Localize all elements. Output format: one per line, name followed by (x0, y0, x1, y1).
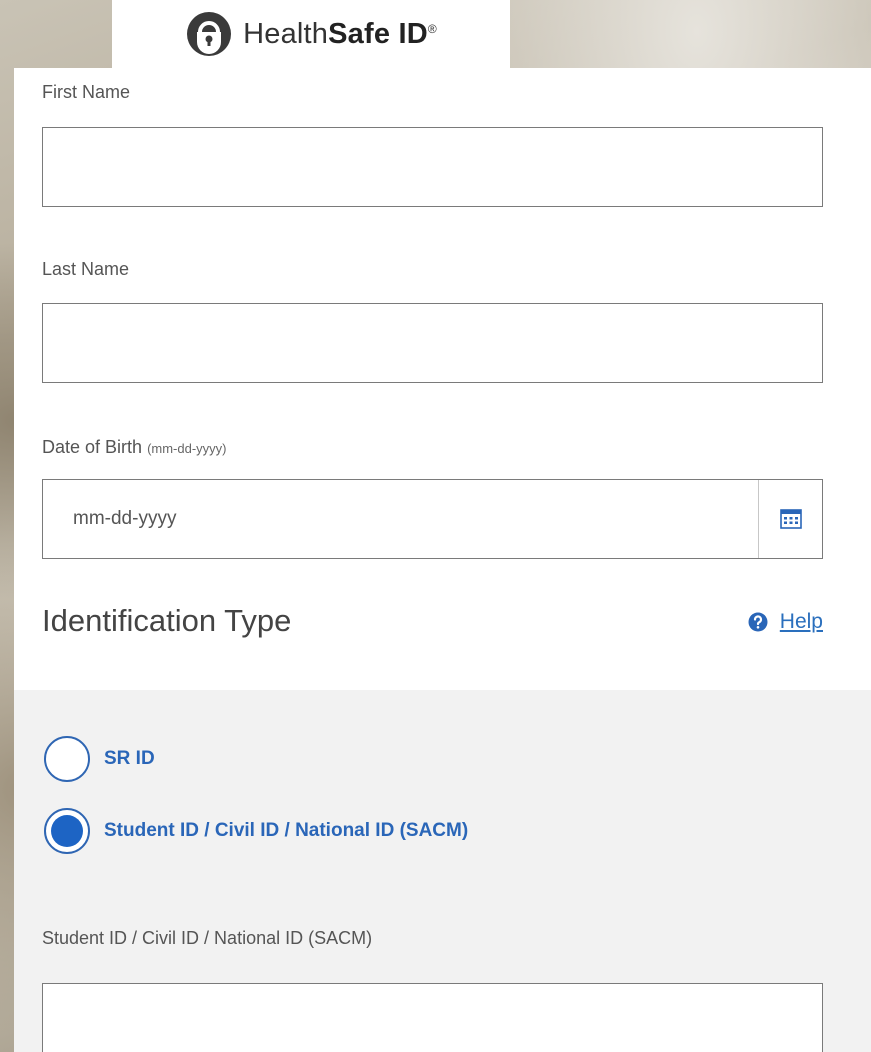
help-link[interactable]: Help (748, 610, 823, 634)
radio-student-id[interactable] (44, 808, 90, 854)
dob-input[interactable]: mm-dd-yyyy (42, 479, 823, 559)
healthsafe-lock-icon (187, 12, 232, 56)
logo-wordmark: HealthSafe ID® (243, 17, 437, 50)
dob-format-hint: (mm-dd-yyyy) (147, 441, 227, 456)
id-type-options-section: SR ID Student ID / Civil ID / National I… (14, 690, 871, 1052)
radio-sr-id-label: SR ID (104, 748, 155, 769)
radio-student-id-label: Student ID / Civil ID / National ID (SAC… (104, 820, 469, 841)
student-id-label: Student ID / Civil ID / National ID (SAC… (42, 928, 373, 948)
radio-option-sr-id[interactable]: SR ID (44, 736, 155, 782)
student-id-input[interactable] (42, 983, 823, 1052)
help-circle-icon (748, 612, 768, 632)
last-name-label: Last Name (42, 259, 130, 279)
dob-label: Date of Birth (mm-dd-yyyy) (42, 437, 227, 457)
calendar-button[interactable] (758, 480, 822, 558)
first-name-input[interactable] (42, 127, 823, 207)
radio-sr-id[interactable] (44, 736, 90, 782)
last-name-input[interactable] (42, 303, 823, 383)
header-logo: HealthSafe ID® (112, 0, 510, 68)
identification-type-heading: Identification Type (42, 603, 292, 638)
radio-selected-dot (51, 815, 83, 847)
help-link-label: Help (779, 610, 823, 633)
radio-option-student-id[interactable]: Student ID / Civil ID / National ID (SAC… (44, 808, 468, 854)
calendar-icon (779, 509, 802, 529)
registration-form-panel: First Name Last Name Date of Birth (mm-d… (14, 68, 871, 1052)
dob-placeholder: mm-dd-yyyy (73, 508, 177, 529)
first-name-label: First Name (42, 82, 131, 102)
